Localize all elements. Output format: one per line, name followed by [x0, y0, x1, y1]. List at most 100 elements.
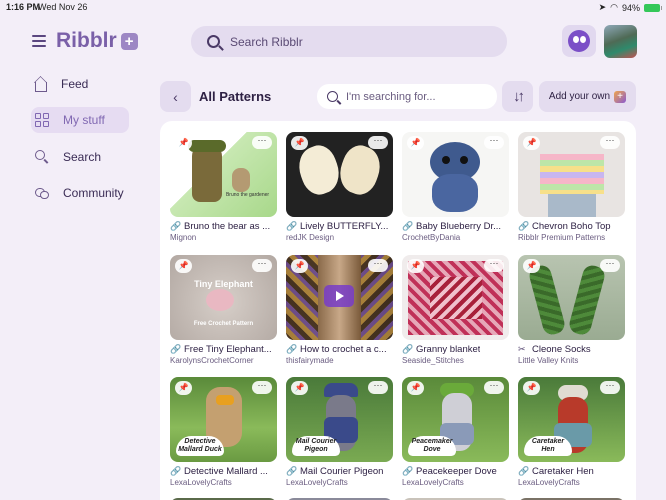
grid-icon: [35, 113, 49, 127]
status-bar: 1:16 PM Wed Nov 26 ➤ ◠ 94%: [0, 0, 666, 14]
pattern-card[interactable]: 📌 ··· ✂ Cleone Socks Little Valley Knits: [518, 255, 625, 365]
sidebar-item-feed[interactable]: Feed: [31, 71, 129, 97]
pin-icon[interactable]: 📌: [175, 259, 192, 273]
pattern-title[interactable]: Chevron Boho Top: [532, 221, 611, 232]
pattern-author[interactable]: CrochetByDania: [402, 233, 509, 242]
pattern-title[interactable]: Baby Blueberry Dr...: [416, 221, 501, 232]
house-icon: [35, 82, 47, 92]
plus-badge-icon: +: [614, 90, 627, 103]
play-video-icon[interactable]: [324, 285, 354, 307]
search-icon: [35, 150, 49, 164]
more-options-button[interactable]: ···: [368, 259, 388, 272]
sidebar-item-search[interactable]: Search: [31, 144, 129, 170]
more-options-button[interactable]: ···: [484, 259, 504, 272]
chevron-left-icon: ‹: [173, 88, 178, 105]
app-logo[interactable]: Ribblr +: [56, 29, 138, 53]
pattern-title[interactable]: Peacekeeper Dove: [416, 466, 497, 477]
pattern-author[interactable]: LexaLovelyCrafts: [286, 478, 393, 487]
pattern-card[interactable]: Peacemaker Dove 📌 ··· 🔗 Peacekeeper Dove …: [402, 377, 509, 487]
pattern-author[interactable]: Little Valley Knits: [518, 356, 625, 365]
pattern-title[interactable]: Cleone Socks: [532, 344, 591, 355]
more-options-button[interactable]: ···: [600, 381, 620, 394]
pin-icon[interactable]: 📌: [523, 259, 540, 273]
pattern-title[interactable]: Caretaker Hen: [532, 466, 594, 477]
pattern-author[interactable]: LexaLovelyCrafts: [518, 478, 625, 487]
more-options-button[interactable]: ···: [252, 136, 272, 149]
pattern-author[interactable]: LexaLovelyCrafts: [170, 478, 277, 487]
pattern-thumbnail[interactable]: Mail Courier Pigeon 📌 ···: [286, 377, 393, 462]
pin-icon[interactable]: 📌: [407, 259, 424, 273]
pattern-thumbnail[interactable]: 📌 ···: [402, 255, 509, 340]
more-options-button[interactable]: ···: [368, 136, 388, 149]
pattern-title[interactable]: Mail Courier Pigeon: [300, 466, 383, 477]
battery-icon: [644, 3, 662, 12]
sort-button[interactable]: ↓↑: [502, 81, 533, 112]
pattern-thumbnail[interactable]: Detective Mallard Duck 📌 ···: [170, 377, 277, 462]
pin-icon[interactable]: 📌: [291, 136, 308, 150]
pattern-thumbnail[interactable]: Tiny Elephant Free Crochet Pattern 📌 ···: [170, 255, 277, 340]
pattern-title[interactable]: Free Tiny Elephant...: [184, 344, 272, 355]
user-avatar[interactable]: [604, 25, 637, 58]
page-title: All Patterns: [199, 89, 272, 104]
pattern-thumbnail[interactable]: 📌 ···: [518, 132, 625, 217]
pattern-card[interactable]: Detective Mallard Duck 📌 ··· 🔗 Detective …: [170, 377, 277, 487]
pattern-author[interactable]: thisfairymade: [286, 356, 393, 365]
pattern-thumbnail[interactable]: 📌 ···: [286, 132, 393, 217]
more-options-button[interactable]: ···: [600, 259, 620, 272]
pattern-search-input[interactable]: I'm searching for...: [317, 84, 497, 109]
pattern-author[interactable]: Ribblr Premium Patterns: [518, 233, 625, 242]
pattern-title[interactable]: Detective Mallard ...: [184, 466, 268, 477]
pin-icon[interactable]: 📌: [523, 136, 540, 150]
pattern-card[interactable]: 📌 ··· 🔗 Baby Blueberry Dr... CrochetByDan…: [402, 132, 509, 242]
pin-icon[interactable]: 📌: [291, 259, 308, 273]
pattern-thumbnail[interactable]: Peacemaker Dove 📌 ···: [402, 377, 509, 462]
more-options-button[interactable]: ···: [368, 381, 388, 394]
back-button[interactable]: ‹: [160, 81, 191, 112]
sidebar-item-label: Feed: [61, 77, 89, 91]
sidebar-item-label: My stuff: [63, 113, 105, 127]
pattern-author[interactable]: Mignon: [170, 233, 277, 242]
more-options-button[interactable]: ···: [484, 136, 504, 149]
pattern-title[interactable]: Bruno the bear as ...: [184, 221, 270, 232]
thumb-caption: Peacemaker Dove: [408, 436, 456, 456]
pin-icon[interactable]: 📌: [175, 381, 192, 395]
pattern-card[interactable]: 📌 ··· 🔗 Granny blanket Seaside_Stitches: [402, 255, 509, 365]
global-search-input[interactable]: Search Ribblr: [191, 26, 507, 57]
pin-icon[interactable]: 📌: [175, 136, 192, 150]
more-options-button[interactable]: ···: [252, 259, 272, 272]
pin-icon[interactable]: 📌: [291, 381, 308, 395]
pattern-card[interactable]: 📌 ··· 🔗 Lively BUTTERFLY... redJK Design: [286, 132, 393, 242]
pattern-card[interactable]: Mail Courier Pigeon 📌 ··· 🔗 Mail Courier …: [286, 377, 393, 487]
pattern-title[interactable]: Lively BUTTERFLY...: [300, 221, 388, 232]
pattern-author[interactable]: LexaLovelyCrafts: [402, 478, 509, 487]
pattern-title[interactable]: Granny blanket: [416, 344, 480, 355]
mascot-icon: [568, 30, 590, 52]
search-icon: [207, 35, 220, 48]
more-options-button[interactable]: ···: [484, 381, 504, 394]
pattern-author[interactable]: Seaside_Stitches: [402, 356, 509, 365]
add-your-own-button[interactable]: Add your own +: [539, 81, 636, 112]
sidebar-item-community[interactable]: Community: [31, 180, 129, 206]
pattern-thumbnail[interactable]: 📌 ···: [518, 255, 625, 340]
mascot-button[interactable]: [562, 25, 596, 57]
pattern-card[interactable]: 📌 ··· 🔗 How to crochet a c... thisfairyma…: [286, 255, 393, 365]
pin-icon[interactable]: 📌: [407, 136, 424, 150]
pin-icon[interactable]: 📌: [523, 381, 540, 395]
pattern-title[interactable]: How to crochet a c...: [300, 344, 387, 355]
menu-icon[interactable]: [32, 35, 46, 47]
sidebar-item-my-stuff[interactable]: My stuff: [31, 107, 129, 133]
pattern-card[interactable]: Caretaker Hen 📌 ··· 🔗 Caretaker Hen LexaL…: [518, 377, 625, 487]
more-options-button[interactable]: ···: [252, 381, 272, 394]
pattern-thumbnail[interactable]: 📌 ···: [402, 132, 509, 217]
pattern-thumbnail[interactable]: Caretaker Hen 📌 ···: [518, 377, 625, 462]
pattern-author[interactable]: KarolynsCrochetCorner: [170, 356, 277, 365]
pattern-thumbnail[interactable]: 📌 ···: [286, 255, 393, 340]
pin-icon[interactable]: 📌: [407, 381, 424, 395]
pattern-card[interactable]: Bruno the gardener 📌 ··· 🔗 Bruno the bear…: [170, 132, 277, 242]
pattern-card[interactable]: 📌 ··· 🔗 Chevron Boho Top Ribblr Premium P…: [518, 132, 625, 242]
pattern-thumbnail[interactable]: Bruno the gardener 📌 ···: [170, 132, 277, 217]
pattern-card[interactable]: Tiny Elephant Free Crochet Pattern 📌 ···…: [170, 255, 277, 365]
more-options-button[interactable]: ···: [600, 136, 620, 149]
link-icon: 🔗: [170, 343, 182, 354]
pattern-author[interactable]: redJK Design: [286, 233, 393, 242]
